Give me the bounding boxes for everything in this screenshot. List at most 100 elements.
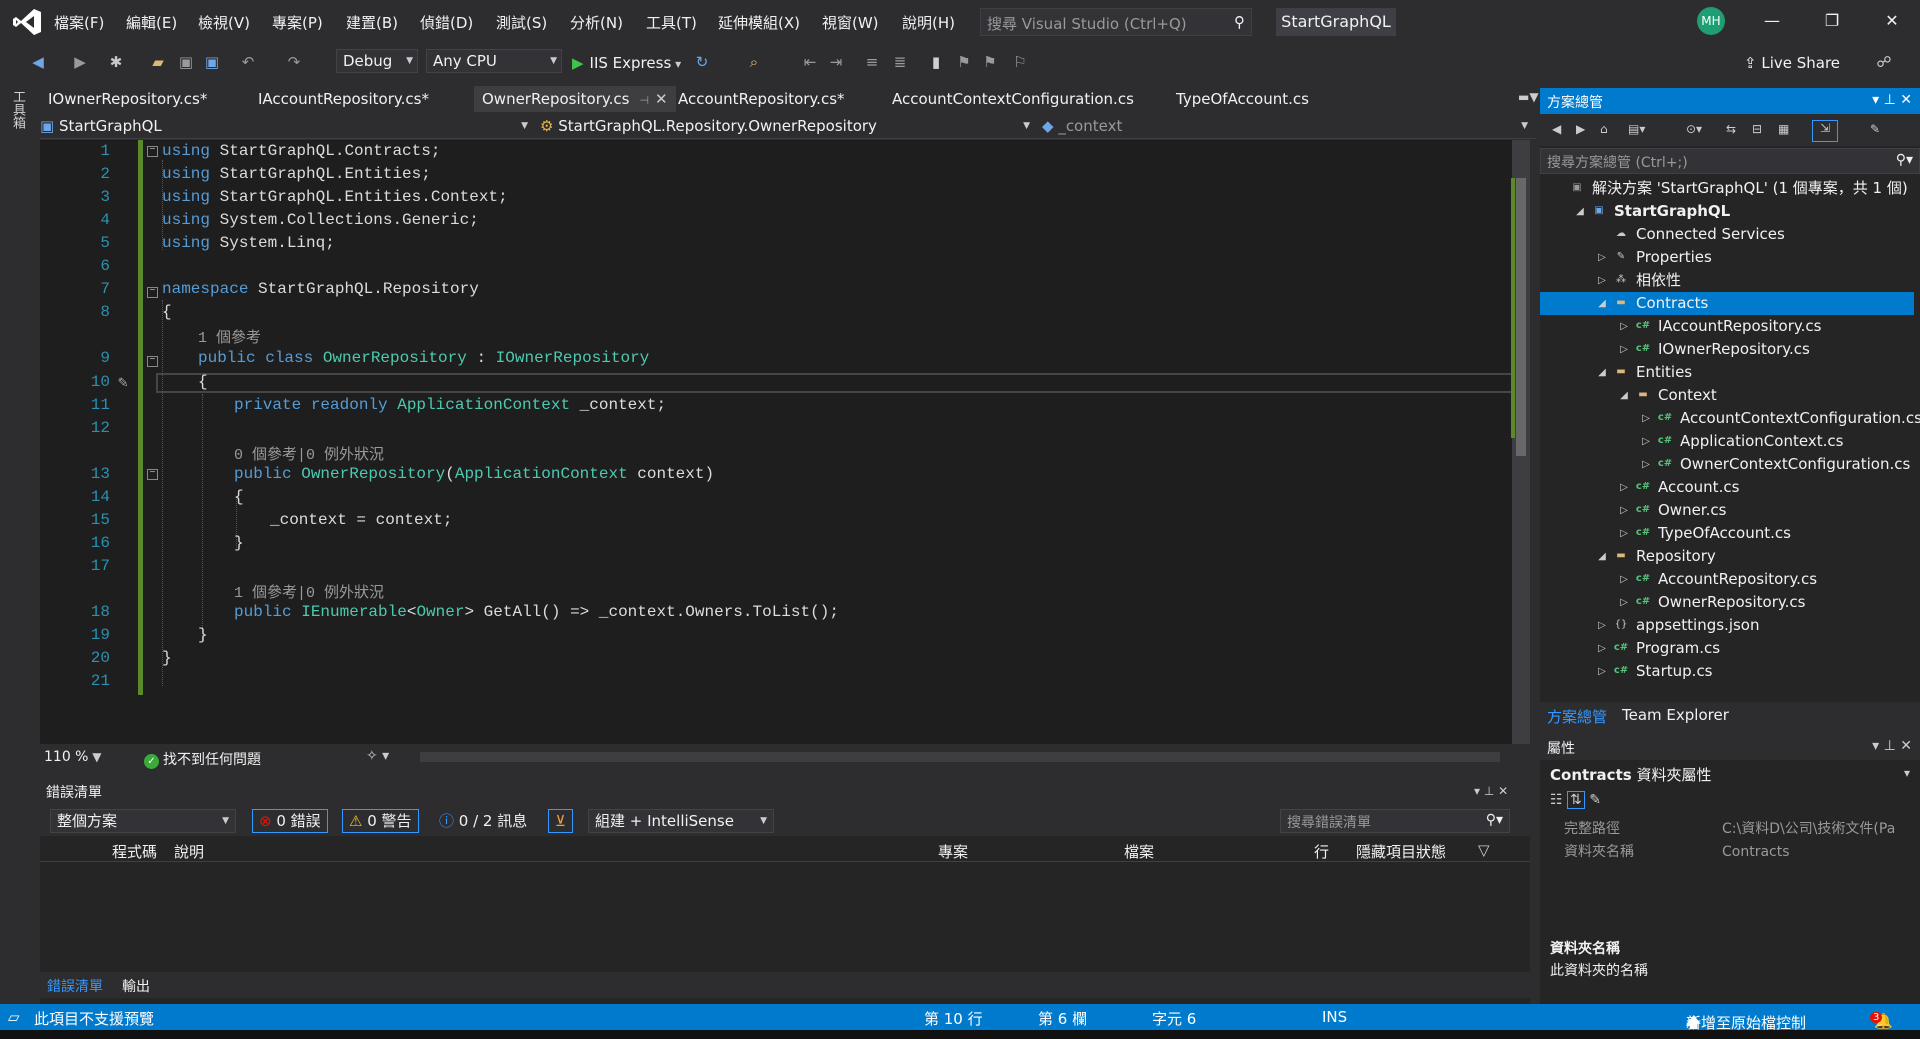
undo-icon[interactable]: ↶ xyxy=(238,52,258,72)
column-file[interactable]: 檔案 xyxy=(1124,841,1154,862)
tab-document[interactable]: IOwnerRepository.cs* xyxy=(40,86,215,112)
tree-item[interactable]: ▷ c# Program.cs xyxy=(1540,637,1914,660)
menu-item[interactable]: 測試(S) xyxy=(496,12,547,33)
collapsed-arrow-icon[interactable]: ▷ xyxy=(1596,246,1608,269)
clear-bookmarks-icon[interactable]: ⚐ xyxy=(1010,52,1030,72)
collapsed-arrow-icon[interactable]: ▷ xyxy=(1640,407,1652,430)
column-suppression-state[interactable]: 隱藏項目狀態 xyxy=(1356,841,1446,862)
forward-icon[interactable]: ▶ xyxy=(1576,122,1585,136)
warnings-filter-button[interactable]: ⚠ 0 警告 xyxy=(342,809,419,833)
start-debugging-button[interactable]: ▶ IIS Express ▾ xyxy=(572,54,681,72)
tree-item[interactable]: ▷ ✎ Properties xyxy=(1540,246,1914,269)
alphabetical-icon[interactable]: ⇅ xyxy=(1567,791,1585,809)
collapsed-arrow-icon[interactable]: ▷ xyxy=(1618,476,1630,499)
collapsed-arrow-icon[interactable]: ▷ xyxy=(1618,338,1630,361)
scrollbar-thumb[interactable] xyxy=(1516,178,1526,456)
tab-solution-explorer[interactable]: 方案總管 xyxy=(1547,706,1607,727)
tree-item[interactable]: ▷ c# Startup.cs xyxy=(1540,660,1914,683)
navigate-back-icon[interactable]: ◀ xyxy=(28,52,48,72)
minimize-button[interactable]: — xyxy=(1752,8,1792,34)
configuration-select[interactable]: Debug ▼ xyxy=(336,49,418,73)
menu-item[interactable]: 建置(B) xyxy=(346,12,398,33)
menu-item[interactable]: 檔案(F) xyxy=(54,12,104,33)
menu-item[interactable]: 視窗(W) xyxy=(822,12,879,33)
menu-item[interactable]: 檢視(V) xyxy=(198,12,250,33)
collapsed-arrow-icon[interactable]: ▷ xyxy=(1596,637,1608,660)
type-dropdown[interactable]: ⚙ StartGraphQL.Repository.OwnerRepositor… xyxy=(540,115,1036,137)
find-in-files-icon[interactable]: ⌕ xyxy=(744,52,764,72)
properties-object-select[interactable]: Contracts 資料夾屬性 ▾ xyxy=(1550,764,1910,785)
tree-item[interactable]: ◢ ▬ Repository xyxy=(1540,545,1914,568)
close-tab-icon[interactable]: ✕ xyxy=(655,90,668,108)
code-cleanup-icon[interactable]: ✧ ▾ xyxy=(366,748,389,764)
expanded-arrow-icon[interactable]: ◢ xyxy=(1574,200,1586,223)
tree-item[interactable]: ▷ c# AccountRepository.cs xyxy=(1540,568,1914,591)
visual-studio-logo-icon[interactable] xyxy=(12,8,42,36)
properties-wrench-icon[interactable]: ✎ xyxy=(1870,122,1880,136)
collapsed-arrow-icon[interactable]: ▷ xyxy=(1596,660,1608,683)
collapsed-arrow-icon[interactable]: ▷ xyxy=(1640,430,1652,453)
tree-item[interactable]: ◢ ▣ StartGraphQL xyxy=(1540,200,1914,223)
expanded-arrow-icon[interactable]: ◢ xyxy=(1618,384,1630,407)
collapsed-arrow-icon[interactable]: ▷ xyxy=(1640,453,1652,476)
close-window-button[interactable]: ✕ xyxy=(1872,8,1912,34)
switch-views-icon[interactable]: ▤▾ xyxy=(1628,122,1645,136)
property-pages-icon[interactable]: ✎ xyxy=(1589,792,1601,808)
refresh-icon[interactable]: ↻ xyxy=(692,52,712,72)
sync-icon[interactable]: ⇆ xyxy=(1726,122,1736,136)
tree-item[interactable]: ◢ ▬ Entities xyxy=(1540,361,1914,384)
menu-item[interactable]: 偵錯(D) xyxy=(420,12,473,33)
menu-item[interactable]: 編輯(E) xyxy=(126,12,177,33)
uncomment-icon[interactable]: ≣ xyxy=(890,52,910,72)
quick-actions-icon[interactable]: ✎ xyxy=(118,372,128,392)
tree-item[interactable]: ▷ ⁂ 相依性 xyxy=(1540,269,1914,292)
save-all-icon[interactable]: ▣ xyxy=(202,52,222,72)
tree-item[interactable]: ▷ c# TypeOfAccount.cs xyxy=(1540,522,1914,545)
collapsed-arrow-icon[interactable]: ▷ xyxy=(1618,315,1630,338)
filter-toggle-icon[interactable]: ⊻ xyxy=(548,809,573,833)
expanded-arrow-icon[interactable]: ◢ xyxy=(1596,545,1608,568)
collapsed-arrow-icon[interactable]: ▷ xyxy=(1618,522,1630,545)
tree-item[interactable]: ▷ {} appsettings.json xyxy=(1540,614,1914,637)
panel-options-icon[interactable]: ▾ ⊥ ✕ xyxy=(1474,784,1508,798)
tree-item[interactable]: ▷ c# Account.cs xyxy=(1540,476,1914,499)
toolbox-tab[interactable]: 工具箱 xyxy=(10,90,25,129)
column-description[interactable]: 說明 xyxy=(174,841,204,862)
open-file-icon[interactable]: ▰ xyxy=(148,52,168,72)
tab-team-explorer[interactable]: Team Explorer xyxy=(1622,706,1729,724)
build-filter-select[interactable]: 組建 + IntelliSense ▼ xyxy=(588,809,774,833)
expanded-arrow-icon[interactable]: ◢ xyxy=(1596,361,1608,384)
property-row[interactable]: 完整路徑 C:\資料D\公司\技術文件(Pa xyxy=(1540,818,1920,841)
tab-error-list[interactable]: 錯誤清單 xyxy=(47,976,103,996)
tree-item[interactable]: ▷ c# IOwnerRepository.cs xyxy=(1540,338,1914,361)
collapsed-arrow-icon[interactable]: ▷ xyxy=(1596,269,1608,292)
tree-item[interactable]: ▷ c# ApplicationContext.cs xyxy=(1540,430,1914,453)
menu-item[interactable]: 專案(P) xyxy=(272,12,323,33)
tree-item[interactable]: ▣ 解決方案 'StartGraphQL' (1 個專案，共 1 個) xyxy=(1540,177,1914,200)
prev-bookmark-icon[interactable]: ⚑ xyxy=(954,52,974,72)
tab-document[interactable]: IAccountRepository.cs* xyxy=(250,86,437,112)
code-editor[interactable]: 1 2 3 4 5 6 7 8 9 10 11 12 13 14 15 16 17 18 19 20 21 − − − … xyxy=(40,140,1512,744)
save-icon[interactable]: ▣ xyxy=(176,52,196,72)
tree-item[interactable]: ◢ ▬ Contracts xyxy=(1540,292,1914,315)
code-lens-references[interactable]: 1 個參考|0 例外狀況 xyxy=(234,581,384,602)
maximize-button[interactable]: ❐ xyxy=(1812,8,1852,34)
errors-filter-button[interactable]: ⊗ 0 錯誤 xyxy=(252,809,328,833)
comment-icon[interactable]: ≡ xyxy=(862,52,882,72)
zoom-select[interactable]: 110 % ▼ xyxy=(44,749,102,765)
menu-item[interactable]: 分析(N) xyxy=(570,12,623,33)
tree-item[interactable]: ▷ c# OwnerContextConfiguration.cs xyxy=(1540,453,1914,476)
fold-toggle[interactable]: − xyxy=(147,146,158,157)
outdent-icon[interactable]: ⇥ xyxy=(826,52,846,72)
indent-icon[interactable]: ⇤ xyxy=(800,52,820,72)
user-avatar[interactable]: MH xyxy=(1697,7,1725,35)
next-bookmark-icon[interactable]: ⚑ xyxy=(980,52,1000,72)
editor-horizontal-scrollbar[interactable] xyxy=(420,752,1500,762)
fold-toggle[interactable]: − xyxy=(147,287,158,298)
global-search-input[interactable]: 搜尋 Visual Studio (Ctrl+Q) ⚲ xyxy=(980,8,1252,36)
new-project-icon[interactable]: ✱ xyxy=(106,52,126,72)
pending-changes-icon[interactable]: ⊙▾ xyxy=(1686,122,1702,136)
tab-document[interactable]: AccountRepository.cs* xyxy=(670,86,853,112)
platform-select[interactable]: Any CPU ▼ xyxy=(426,49,562,73)
menu-item[interactable]: 說明(H) xyxy=(902,12,955,33)
